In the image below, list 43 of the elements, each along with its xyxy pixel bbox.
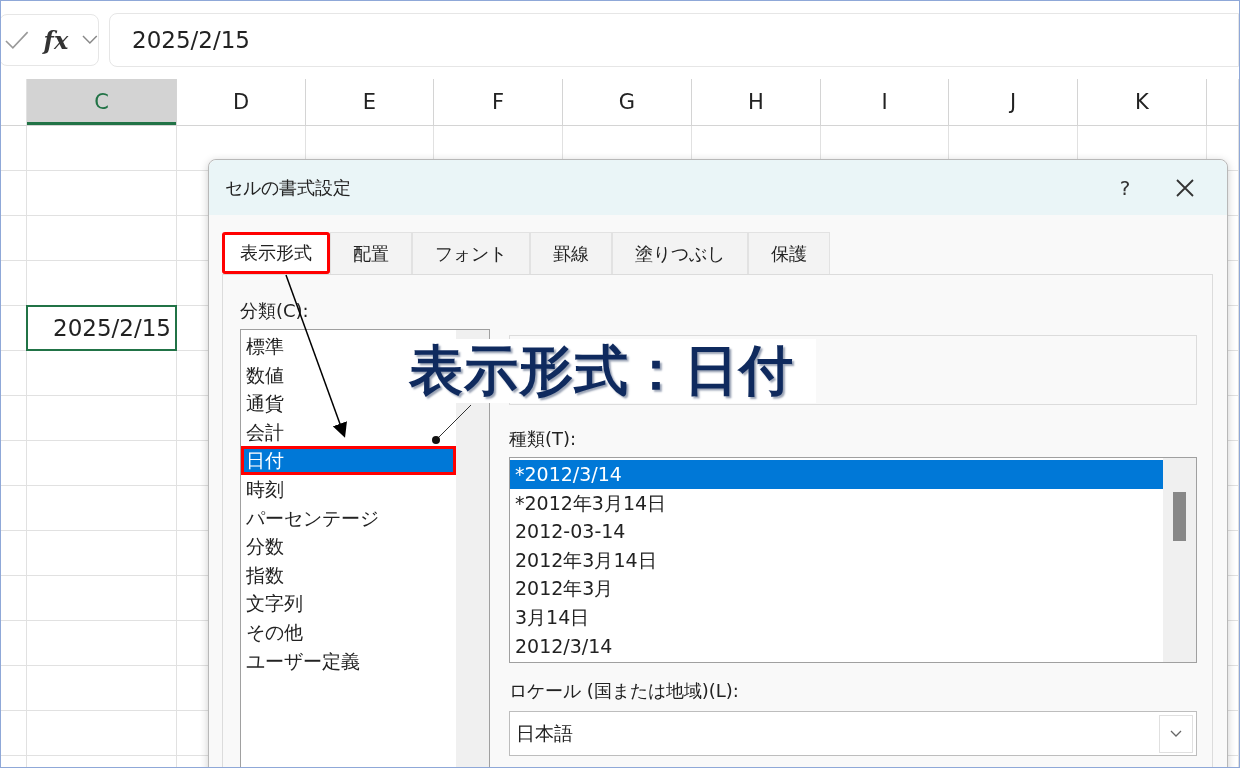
list-item[interactable]: ユーザー定義 [241,646,360,676]
list-item[interactable]: 分数 [241,532,284,561]
list-item[interactable]: 指数 [241,560,284,590]
locale-select[interactable]: 日本語 [509,711,1197,756]
list-item[interactable]: *2012/3/14 [510,460,1163,489]
close-icon [1175,177,1195,198]
list-item[interactable]: 2012/3/14 [510,631,613,661]
scrollbar[interactable] [1163,458,1196,662]
help-button[interactable]: ? [1095,167,1155,208]
dropdown-button[interactable] [1159,714,1193,753]
formula-input[interactable]: 2025/2/15 [109,13,1239,67]
active-cell[interactable]: 2025/2/15 [26,305,177,351]
column-header[interactable]: C [27,79,177,125]
list-item[interactable]: 会計 [241,417,284,447]
tab[interactable]: 配置 [330,232,412,274]
check-icon[interactable] [4,29,30,51]
function-icon[interactable]: fx [43,25,69,55]
scroll-thumb[interactable] [1173,492,1186,541]
list-item[interactable]: 2012年3月14日 [510,545,657,575]
type-label: 種類(T): [509,427,578,451]
chevron-down-icon [1170,729,1182,738]
list-item[interactable]: 3月14日 [510,602,590,632]
locale-label: ロケール (国または地域)(L): [509,679,740,703]
tab[interactable]: 塗りつぶし [612,232,748,274]
dialog-title: セルの書式設定 [225,175,352,200]
list-item[interactable]: 通貨 [241,389,284,418]
list-item[interactable]: 文字列 [241,589,303,618]
type-list[interactable]: *2012/3/14 *2012年3月14日 2012-03-14 2012年3月14日 2012年3月 3月14日 2012/3/14 [509,457,1197,663]
list-item[interactable]: パーセンテージ [241,503,379,533]
list-item[interactable]: 数値 [241,360,284,390]
list-item[interactable]: 2012年3月 [510,574,614,603]
list-item[interactable]: その他 [241,617,303,647]
tab[interactable]: 罫線 [530,232,612,274]
tab[interactable]: 表示形式 [222,232,330,274]
list-item[interactable]: 時刻 [241,474,284,504]
list-item[interactable]: *2012年3月14日 [510,488,667,518]
tab[interactable]: フォント [412,232,530,274]
caret-icon[interactable] [82,35,98,45]
list-item[interactable]: 日付 [241,446,456,475]
list-item[interactable]: 2012-03-14 [510,517,626,546]
tab[interactable]: 保護 [748,232,830,274]
list-item[interactable]: 標準 [241,332,284,361]
leader-line [432,404,472,444]
